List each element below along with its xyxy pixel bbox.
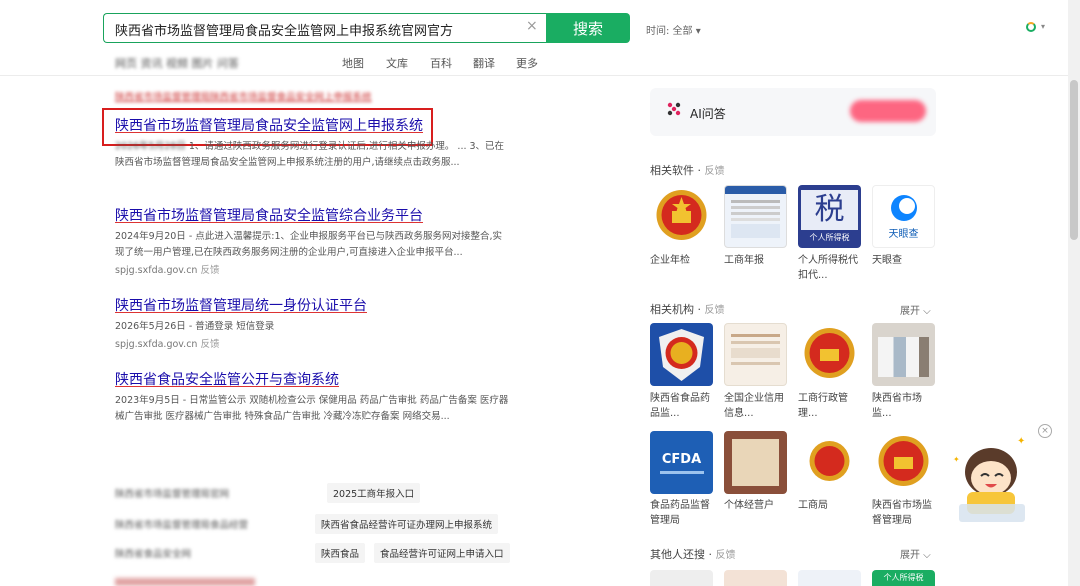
feedback-link[interactable]: 反馈 (200, 265, 219, 276)
feedback-link[interactable]: 反馈 (705, 305, 725, 316)
org-name[interactable]: 个体经营户 (724, 498, 792, 513)
clear-icon[interactable]: × (526, 18, 538, 34)
result-snippet: 2026年5月28日 1、请通过陕西政务服务网进行登录认证后,进行相关申报办理。… (115, 138, 504, 152)
related-search-tag[interactable]: 陕西食品 (315, 543, 366, 563)
org-name[interactable]: 全国企业信用信息... (724, 391, 792, 421)
related-search-item[interactable]: 陕西省市场监督管理局食品经营 (115, 517, 248, 531)
org-name[interactable]: 食品药品监督管理局 (650, 498, 718, 528)
other-search-thumb[interactable]: 个人所得税 (872, 570, 935, 586)
result-title[interactable]: 陕西省市场监督管理局统一身份认证平台 (115, 295, 367, 315)
tab-baike[interactable]: 百科 (430, 55, 452, 71)
search-input[interactable]: 陕西省市场监督管理局食品安全监管网上申报系统官网官方 (115, 20, 453, 39)
other-search-thumb[interactable] (650, 570, 713, 586)
office-photo-icon[interactable] (872, 323, 935, 386)
software-name[interactable]: 天眼查 (872, 253, 940, 268)
next-result-title[interactable] (115, 578, 255, 586)
feedback-link[interactable]: 反馈 (716, 550, 736, 561)
other-search-thumb[interactable] (724, 570, 787, 586)
cfda-logo-text: CFDA (661, 451, 702, 467)
result-date: 2026年5月28日 (115, 141, 186, 152)
tab-blurred[interactable]: 网页 资讯 视频 图片 问答 (115, 55, 239, 71)
org-name[interactable]: 工商局 (798, 498, 866, 513)
result-snippet-line: 械广告审批 医疗器械广告审批 特殊食品广告审批 冷藏冷冻贮存备案 网络交易... (115, 411, 450, 422)
tab-map[interactable]: 地图 (342, 55, 364, 71)
section-title: 相关机构 · 反馈 (650, 303, 725, 316)
ai-icon (667, 102, 681, 116)
related-search-tag[interactable]: 陕西省食品经营许可证办理网上申报系统 (315, 514, 499, 534)
national-emblem-icon[interactable] (650, 185, 713, 248)
result-snippet-line: 2026年5月26日 - 普通登录 短信登录 (115, 321, 275, 332)
result-snippet-line: 2024年9月20日 - 点此进入温馨提示:1、企业申报服务平台已与陕西政务服务… (115, 231, 503, 242)
svg-text:✦: ✦ (953, 455, 960, 464)
org-name[interactable]: 陕西省食品药品监... (650, 391, 718, 421)
search-button[interactable]: 搜索 (546, 13, 630, 43)
national-emblem-icon[interactable] (798, 431, 861, 494)
scrollbar-thumb[interactable] (1070, 80, 1078, 240)
result-url[interactable]: spjg.sxfda.gov.cn (115, 339, 197, 350)
expand-button[interactable]: 展开 ⌵ (900, 546, 931, 561)
software-name[interactable]: 个人所得税代扣代... (798, 253, 866, 283)
webpage-screenshot-icon[interactable] (724, 323, 787, 386)
software-name[interactable]: 企业年检 (650, 253, 718, 268)
cfda-logo-icon[interactable]: CFDA (650, 431, 713, 494)
national-emblem-shield-icon[interactable] (650, 323, 713, 386)
expand-button[interactable]: 展开 ⌵ (900, 302, 931, 317)
related-search-tag[interactable]: 2025工商年报入口 (327, 483, 421, 503)
org-name[interactable]: 陕西省市场监督管理局 (872, 498, 940, 528)
software-name[interactable]: 工商年报 (724, 253, 792, 268)
ai-answer-label[interactable]: AI问答 (690, 105, 726, 122)
section-title: 相关软件 · 反馈 (650, 164, 725, 177)
webpage-screenshot-icon[interactable] (724, 185, 787, 248)
mascot-icon[interactable]: ✦ ✦ (945, 432, 1037, 532)
tianyancha-logo-icon[interactable]: 天眼查 (872, 185, 935, 248)
other-search-thumb[interactable] (798, 570, 861, 586)
result-title[interactable]: 陕西省市场监督管理局食品安全监管综合业务平台 (115, 205, 423, 225)
result-snippet-line: 陕西省市场监督管理局食品安全监管网上申报系统注册的用户,请继续点击政务服... (115, 157, 460, 168)
section-title: 其他人还搜 · 反馈 (650, 548, 736, 561)
tab-more[interactable]: 更多 (516, 55, 538, 71)
org-name[interactable]: 工商行政管理... (798, 391, 866, 421)
result-snippet-line: 现了统一用户管理,已在陕西政务服务网注册的企业用户,可直接进入企业申报平台... (115, 247, 463, 258)
org-name[interactable]: 陕西省市场监... (872, 391, 940, 421)
svg-text:✦: ✦ (1017, 436, 1025, 447)
national-emblem-icon[interactable] (798, 323, 861, 386)
chevron-down-icon[interactable]: ▾ (1041, 22, 1045, 31)
national-emblem-icon[interactable] (872, 431, 935, 494)
license-photo-icon[interactable] (724, 431, 787, 494)
tax-logo-subtext: 个人所得税 (809, 233, 850, 242)
account-icon[interactable] (1026, 22, 1036, 32)
close-icon[interactable]: × (1038, 424, 1052, 438)
result-title[interactable]: 陕西省食品安全监管公开与查询系统 (115, 369, 339, 389)
tianyancha-logo-text: 天眼查 (888, 229, 919, 240)
result-url[interactable]: spjg.sxfda.gov.cn (115, 265, 197, 276)
related-search-item[interactable]: 陕西省市场监督管理局官网 (115, 486, 229, 500)
ai-promo-badge[interactable] (850, 100, 926, 122)
result-snippet-line: 2023年9月5日 - 日常监管公示 双随机检查公示 保健用品 药品广告审批 药… (115, 395, 509, 406)
time-filter-dropdown[interactable]: 时间: 全部 ▾ (646, 22, 701, 37)
tax-logo-icon[interactable]: 税 个人所得税 (798, 185, 861, 248)
related-search-item[interactable]: 陕西省食品安全网 (115, 546, 191, 560)
tab-wenku[interactable]: 文库 (386, 55, 408, 71)
header-divider (0, 75, 1068, 76)
tax-logo-text: 税 (801, 190, 858, 230)
related-search-tag[interactable]: 食品经营许可证网上申请入口 (374, 543, 510, 563)
feedback-link[interactable]: 反馈 (705, 166, 725, 177)
tab-translate[interactable]: 翻译 (473, 55, 495, 71)
result-snippet-line: 1、请通过陕西政务服务网进行登录认证后,进行相关申报办理。 ... 3、已在 (188, 141, 505, 152)
result-preline[interactable]: 陕西省市场监督管理局陕西省市场监督食品安全网上申报系统 (115, 89, 372, 103)
feedback-link[interactable]: 反馈 (200, 339, 219, 350)
